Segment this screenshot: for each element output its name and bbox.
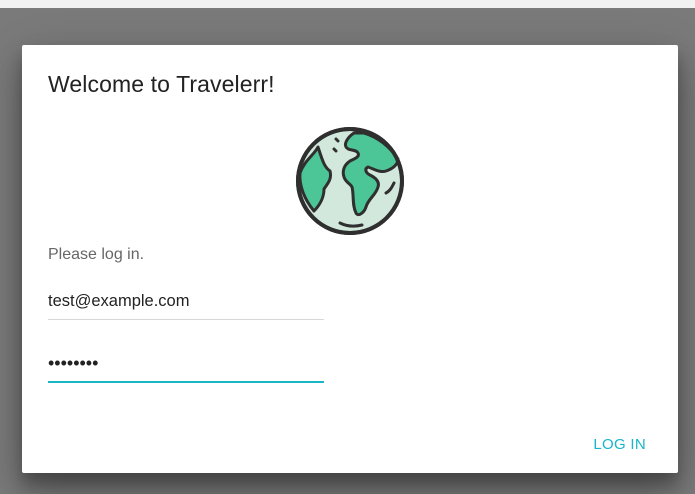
email-field[interactable] (48, 289, 324, 313)
login-prompt: Please log in. (48, 246, 145, 263)
password-field[interactable] (48, 351, 324, 375)
password-field-underline (48, 381, 324, 383)
globe-icon (296, 127, 404, 235)
login-button[interactable]: LOG IN (577, 428, 662, 461)
dialog-title: Welcome to Travelerr! (48, 71, 275, 97)
password-field-wrapper (48, 351, 324, 383)
email-field-wrapper (48, 289, 324, 320)
login-dialog: Welcome to Travelerr! Please log in. LOG… (22, 45, 678, 473)
email-field-underline (48, 319, 324, 320)
